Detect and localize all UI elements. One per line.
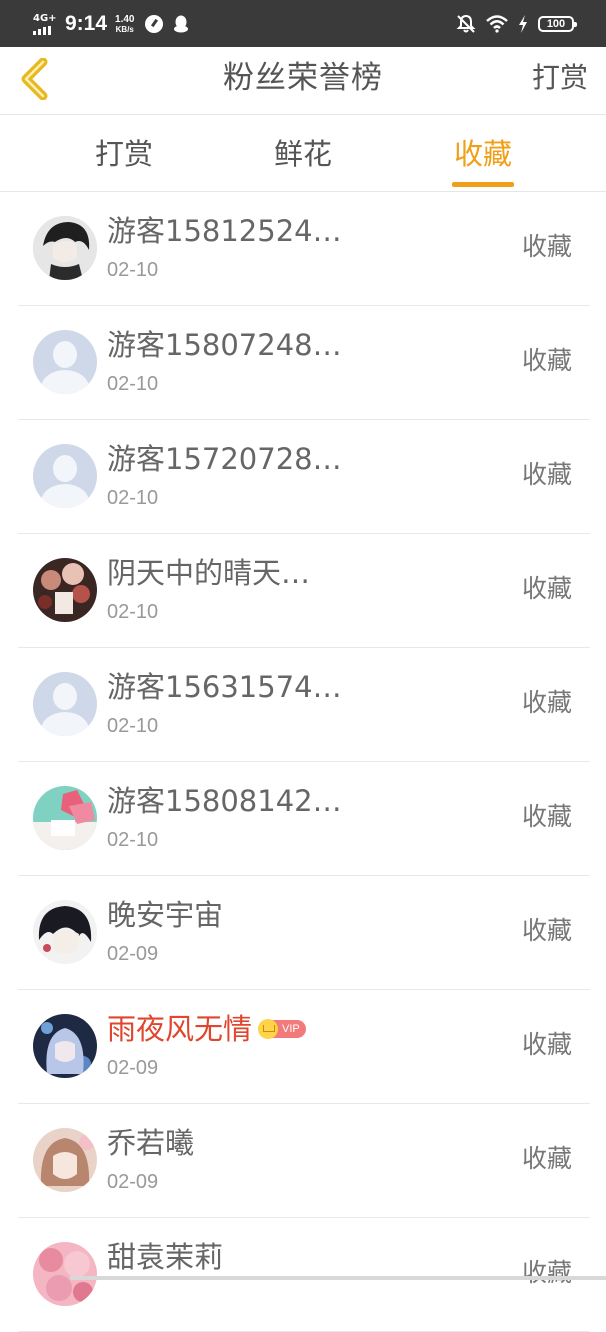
girl-photo-avatar-image — [33, 1128, 97, 1192]
fan-name: 游客15720728… — [107, 442, 342, 476]
tab-favorites[interactable]: 收藏 — [423, 115, 543, 191]
avatar — [33, 786, 97, 850]
battery-icon: 100 — [538, 16, 577, 32]
speedometer-icon — [144, 15, 163, 33]
crown-icon — [258, 1019, 279, 1039]
list-item[interactable]: 游客15808142… 02-10 收藏 — [18, 762, 590, 876]
fan-name: 阴天中的晴天… — [107, 556, 311, 590]
wifi-icon — [486, 15, 508, 33]
list-item[interactable]: 晚安宇宙 02-09 收藏 — [18, 876, 590, 990]
fan-name: 游客15812524… — [107, 214, 342, 248]
avatar — [33, 1242, 97, 1306]
pink-roses-avatar-image — [33, 1242, 97, 1306]
fan-action: 收藏 — [521, 916, 572, 945]
signal-icon: 4G+ — [33, 12, 59, 35]
avatar — [33, 1014, 97, 1078]
fan-date: 02-10 — [107, 829, 159, 851]
top-bar: 粉丝荣誉榜 打赏 — [0, 47, 606, 115]
tab-bar: 打赏 鲜花 收藏 — [0, 115, 606, 192]
fan-name: 游客15807248… — [107, 328, 342, 362]
pink-flower-avatar-image — [33, 786, 97, 850]
avatar — [33, 900, 97, 964]
fan-date: 02-09 — [107, 1057, 159, 1079]
network-speed: 1.40 KB/s — [115, 13, 135, 34]
fan-date: 02-10 — [107, 715, 159, 737]
fan-date: 02-09 — [107, 943, 159, 965]
avatar — [33, 1128, 97, 1192]
tab-flowers[interactable]: 鲜花 — [243, 115, 363, 191]
fan-name: 乔若曦 — [107, 1126, 195, 1160]
fan-name: 游客15808142… — [107, 784, 342, 818]
list-item[interactable]: 阴天中的晴天… 02-10 收藏 — [18, 534, 590, 648]
status-bar: 4G+ 9:14 1.40 KB/s 100 — [0, 0, 606, 47]
fan-action: 收藏 — [521, 1258, 572, 1287]
fan-action: 收藏 — [521, 346, 572, 375]
fan-action: 收藏 — [521, 574, 572, 603]
fan-action: 收藏 — [521, 232, 572, 261]
fan-name: 游客15631574… — [107, 670, 342, 704]
fan-name-text: 雨夜风无情 — [107, 1012, 253, 1046]
default-avatar — [33, 330, 97, 394]
scroll-edge — [70, 1276, 606, 1280]
charging-bolt-icon — [519, 15, 527, 33]
active-tab-indicator — [452, 182, 514, 187]
list-item[interactable]: 乔若曦 02-09 收藏 — [18, 1104, 590, 1218]
list-item[interactable]: 游客15720728… 02-10 收藏 — [18, 420, 590, 534]
fan-date: 02-10 — [107, 373, 159, 395]
list-item[interactable]: 游客15631574… 02-10 收藏 — [18, 648, 590, 762]
fan-action: 收藏 — [521, 802, 572, 831]
qq-penguin-icon — [173, 15, 188, 33]
avatar — [33, 558, 97, 622]
battery-level: 100 — [546, 17, 566, 30]
fans-list: 游客15812524… 02-10 收藏 游客15807248… 02-10 收… — [18, 192, 590, 1332]
tab-label: 打赏 — [94, 137, 153, 171]
fan-action: 收藏 — [521, 1030, 572, 1059]
list-item[interactable]: 雨夜风无情 VIP 02-09 收藏 — [18, 990, 590, 1104]
vip-badge: VIP — [258, 1019, 306, 1039]
list-item[interactable]: 游客15812524… 02-10 收藏 — [18, 192, 590, 306]
speed-unit: KB/s — [115, 24, 134, 34]
list-item[interactable]: 游客15807248… 02-10 收藏 — [18, 306, 590, 420]
flowers-avatar-image — [33, 558, 97, 622]
fan-name: 晚安宇宙 — [107, 898, 224, 932]
page-title: 粉丝荣誉榜 — [223, 60, 383, 96]
fan-date: 02-10 — [107, 259, 159, 281]
list-item[interactable]: 甜袁茉莉 收藏 — [18, 1218, 590, 1332]
fan-date: 02-10 — [107, 601, 159, 623]
tab-label: 鲜花 — [273, 137, 332, 171]
default-avatar — [33, 672, 97, 736]
fan-action: 收藏 — [521, 1144, 572, 1173]
speed-value: 1.40 — [115, 13, 135, 25]
fan-name: 雨夜风无情 VIP — [107, 1012, 306, 1046]
fan-name: 甜袁茉莉 — [107, 1240, 224, 1274]
fan-date: 02-10 — [107, 487, 159, 509]
fan-action: 收藏 — [521, 688, 572, 717]
avatar — [33, 216, 97, 280]
network-type: 4G+ — [33, 12, 57, 24]
dark-hair-avatar-image — [33, 900, 97, 964]
reward-button[interactable]: 打赏 — [532, 47, 588, 109]
anime-boy-avatar-image — [33, 216, 97, 280]
mute-bell-icon — [456, 14, 476, 33]
fan-action: 收藏 — [521, 460, 572, 489]
fan-date: 02-09 — [107, 1171, 159, 1193]
tab-reward[interactable]: 打赏 — [64, 115, 184, 191]
anime-girl-avatar-image — [33, 1014, 97, 1078]
clock: 9:14 — [65, 12, 108, 35]
default-avatar — [33, 444, 97, 508]
